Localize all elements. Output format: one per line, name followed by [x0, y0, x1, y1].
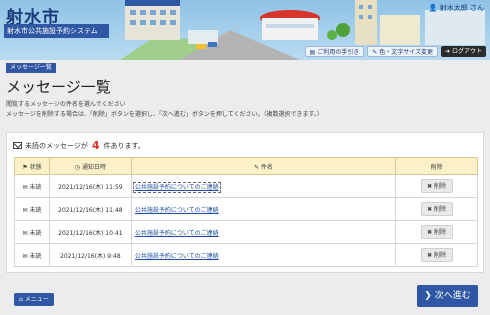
status-cell: ✉ 未読: [14, 197, 50, 221]
envelope-icon: ✉: [22, 252, 28, 260]
header-subject-label: 件名: [260, 163, 273, 171]
instruction-line-2: メッセージを削除する場合は、「削除」ボタンを選択し、「次へ進む」ボタンを押してく…: [6, 111, 323, 118]
header-date: ◷ 通知日時: [48, 157, 132, 175]
color-size-button-label: 色・文字サイズ変更: [379, 49, 434, 56]
subject-cell: 公共施設予約についてのご連絡: [130, 243, 397, 267]
envelope-icon: ✉: [22, 206, 28, 214]
pencil-icon: ✎: [372, 49, 378, 56]
table-row: ✉ 未読 2021/12/16(木) 10:41 公共施設予約についてのご連絡 …: [14, 220, 478, 244]
envelope-icon: [13, 142, 22, 149]
chevron-right-icon: ❯: [424, 291, 432, 301]
home-icon: ⌂: [19, 296, 23, 303]
guide-button[interactable]: ▤ ご利用の手引き: [304, 46, 365, 57]
next-button-label: 次へ進む: [434, 291, 471, 301]
instruction-line-1: 閲覧するメッセージの件名を選んでください: [6, 101, 126, 108]
color-size-button[interactable]: ✎ 色・文字サイズ変更: [367, 46, 439, 57]
envelope-icon: ✉: [22, 183, 28, 191]
status-text: 未読: [29, 183, 42, 191]
message-table: ⚑ 状態 ◷ 通知日時 ✎ 件名 削除 ✉ 未読 2021/12/16(木) 1…: [14, 157, 478, 267]
status-text: 未読: [29, 252, 42, 260]
date-cell: 2021/12/16(木) 11:59: [48, 174, 132, 198]
delete-button-label: 削除: [434, 206, 447, 213]
header-status: ⚑ 状態: [14, 157, 50, 175]
header-buttons: ▤ ご利用の手引き ✎ 色・文字サイズ変更 ➜ ログアウト: [304, 46, 486, 57]
subject-cell: 公共施設予約についてのご連絡: [130, 220, 397, 244]
flag-icon: ⚑: [22, 163, 28, 171]
date-cell: 2021/12/16(木) 11:48: [48, 197, 132, 221]
header-status-label: 状態: [29, 163, 42, 171]
page-title: メッセージ一覧: [6, 78, 111, 96]
table-row: ✉ 未読 2021/12/16(木) 11:59 公共施設予約についてのご連絡 …: [14, 174, 478, 198]
status-cell: ✉ 未読: [14, 243, 50, 267]
subject-cell: 公共施設予約についてのご連絡: [130, 197, 397, 221]
delete-cell: ✖ 削除: [395, 197, 478, 221]
x-icon: ✖: [427, 206, 433, 213]
unread-count: 4: [91, 139, 100, 152]
table-row: ✉ 未読 2021/12/16(木) 9:48 公共施設予約についてのご連絡 ✖…: [14, 243, 478, 267]
unread-suffix: 件あります。: [103, 141, 145, 150]
delete-cell: ✖ 削除: [395, 243, 478, 267]
delete-button-label: 削除: [434, 252, 447, 259]
delete-button-label: 削除: [434, 183, 447, 190]
breadcrumb-badge: メッセージ一覧: [6, 63, 56, 73]
user-icon: 👤: [428, 4, 438, 12]
pencil-icon: ✎: [253, 163, 259, 171]
status-text: 未読: [29, 229, 42, 237]
header-date-label: 通知日時: [81, 163, 106, 171]
envelope-icon: ✉: [22, 229, 28, 237]
unread-notice: 未読のメッセージが 4 件あります。: [13, 139, 145, 152]
subject-link[interactable]: 公共施設予約についてのご連絡: [135, 230, 219, 237]
x-icon: ✖: [427, 252, 433, 259]
date-cell: 2021/12/16(木) 10:41: [48, 220, 132, 244]
status-cell: ✉ 未読: [14, 174, 50, 198]
menu-button[interactable]: ⌂ メニュー: [14, 293, 54, 306]
subject-link[interactable]: 公共施設予約についてのご連絡: [132, 181, 221, 193]
guide-button-label: ご利用の手引き: [317, 49, 360, 56]
clock-icon: ◷: [74, 163, 81, 171]
next-button[interactable]: ❯ 次へ進む: [417, 285, 478, 307]
x-icon: ✖: [427, 183, 433, 190]
delete-button[interactable]: ✖ 削除: [420, 202, 453, 216]
subject-link[interactable]: 公共施設予約についてのご連絡: [135, 253, 219, 260]
delete-button[interactable]: ✖ 削除: [420, 248, 453, 262]
delete-cell: ✖ 削除: [395, 174, 478, 198]
header-banner: 射水市 射水市公共施設予約システム 👤 射水太郎 さん ▤ ご利用の手引き ✎ …: [0, 0, 490, 60]
delete-button[interactable]: ✖ 削除: [420, 225, 453, 239]
status-cell: ✉ 未読: [14, 220, 50, 244]
user-info: 👤 射水太郎 さん: [429, 3, 484, 13]
date-cell: 2021/12/16(木) 9:48: [48, 243, 132, 267]
table-header-row: ⚑ 状態 ◷ 通知日時 ✎ 件名 削除: [14, 157, 478, 175]
table-row: ✉ 未読 2021/12/16(木) 11:48 公共施設予約についてのご連絡 …: [14, 197, 478, 221]
delete-cell: ✖ 削除: [395, 220, 478, 244]
book-icon: ▤: [309, 49, 316, 56]
delete-button[interactable]: ✖ 削除: [420, 179, 453, 193]
user-name: 射水太郎 さん: [439, 4, 484, 12]
logout-button[interactable]: ➜ ログアウト: [441, 46, 486, 57]
message-panel: 未読のメッセージが 4 件あります。 ⚑ 状態 ◷ 通知日時 ✎ 件名 削除 ✉…: [6, 132, 484, 273]
menu-button-label: メニュー: [24, 296, 49, 303]
page: 射水市 射水市公共施設予約システム 👤 射水太郎 さん ▤ ご利用の手引き ✎ …: [0, 0, 490, 315]
logout-icon: ➜: [445, 48, 451, 55]
header-delete: 削除: [395, 157, 478, 175]
logout-button-label: ログアウト: [451, 48, 482, 55]
status-text: 未読: [29, 206, 42, 214]
x-icon: ✖: [427, 229, 433, 236]
header-subject: ✎ 件名: [130, 157, 397, 175]
subject-cell: 公共施設予約についてのご連絡: [130, 174, 397, 198]
subject-link[interactable]: 公共施設予約についてのご連絡: [135, 207, 219, 214]
system-title: 射水市公共施設予約システム: [4, 24, 109, 38]
delete-button-label: 削除: [434, 229, 447, 236]
unread-prefix: 未読のメッセージが: [25, 141, 88, 150]
